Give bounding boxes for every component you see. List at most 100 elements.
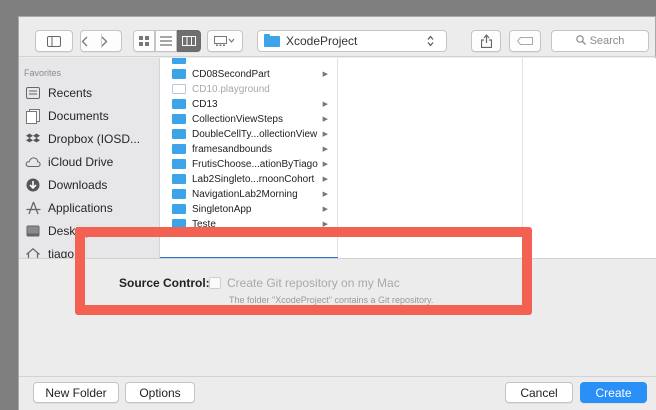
sidebar-item-label: Documents (48, 109, 109, 123)
list-item[interactable]: CD08SecondPart ▶ (160, 67, 337, 81)
updown-chevron-icon (427, 35, 434, 50)
button-bar: New Folder Options Cancel Create (19, 376, 656, 410)
sidebar-item-icloud[interactable]: iCloud Drive (25, 151, 113, 173)
disclosure-arrow-icon: ▶ (322, 101, 328, 108)
disclosure-arrow-icon: ▶ (322, 206, 328, 213)
list-item-label: CollectionViewSteps (192, 113, 283, 125)
list-item[interactable]: Lab2Singleto...rnoonCohort ▶ (160, 172, 337, 186)
create-button[interactable]: Create (580, 382, 647, 403)
disclosure-arrow-icon: ▶ (322, 131, 328, 138)
folder-icon (172, 204, 186, 214)
list-item[interactable]: CD13 ▶ (160, 97, 337, 111)
list-item-label: framesandbounds (192, 143, 273, 155)
sidebar-toggle-icon (47, 35, 61, 47)
path-popup-label: XcodeProject (286, 34, 358, 48)
sidebar-item-label: Recents (48, 86, 93, 100)
folder-icon (172, 58, 186, 64)
options-panel: Source Control: Create Git repository on… (19, 258, 656, 376)
column-view-button[interactable] (177, 30, 201, 52)
create-git-repo-label[interactable]: Create Git repository on my Mac (227, 276, 400, 290)
folder-icon (172, 69, 186, 79)
browser-column-3[interactable] (523, 58, 656, 258)
disclosure-arrow-icon: ▶ (322, 191, 328, 198)
folder-icon (264, 33, 280, 47)
folder-icon (172, 129, 186, 139)
tag-button[interactable] (509, 30, 541, 52)
list-item[interactable] (160, 58, 337, 66)
list-view-icon (160, 36, 172, 46)
documents-icon (25, 108, 41, 124)
share-button[interactable] (471, 30, 501, 52)
dropbox-icon (25, 131, 41, 147)
cancel-button[interactable]: Cancel (505, 382, 573, 403)
list-item[interactable]: CD10.playground (160, 82, 337, 96)
back-icon[interactable] (81, 36, 101, 47)
list-item[interactable]: FrutisChoose...ationByTiago ▶ (160, 157, 337, 171)
folder-icon (172, 144, 186, 154)
create-git-repo-checkbox[interactable] (209, 277, 221, 289)
list-item[interactable]: NavigationLab2Morning ▶ (160, 187, 337, 201)
disclosure-arrow-icon: ▶ (322, 71, 328, 78)
sidebar-item-home[interactable]: tiago (25, 243, 74, 258)
cloud-icon (25, 154, 41, 170)
folder-icon (172, 174, 186, 184)
options-button[interactable]: Options (125, 382, 195, 403)
sidebar-item-downloads[interactable]: Downloads (25, 174, 107, 196)
sidebar-item-label: Desktop (48, 224, 93, 238)
list-item-label: FrutisChoose...ationByTiago (192, 158, 318, 170)
tag-icon (517, 37, 533, 45)
folder-icon (172, 159, 186, 169)
playground-file-icon (172, 84, 186, 94)
gallery-view-button[interactable] (207, 30, 243, 52)
list-item-label: Lab2Singleto...rnoonCohort (192, 173, 315, 185)
share-icon (480, 34, 492, 48)
disclosure-arrow-icon: ▶ (322, 221, 328, 228)
list-item[interactable]: DoubleCellTy...ollectionView ▶ (160, 127, 337, 141)
folder-icon (172, 219, 186, 229)
folder-icon (172, 99, 186, 109)
sidebar-item-applications[interactable]: Applications (25, 197, 113, 219)
browser-column-2[interactable] (338, 58, 523, 258)
sidebar-item-dropbox[interactable]: Dropbox (IOSD... (25, 128, 140, 150)
recents-icon (25, 85, 41, 101)
list-item-label: Teste (192, 218, 216, 230)
list-item[interactable]: SingletonApp ▶ (160, 202, 337, 216)
sidebar-item-label: Applications (48, 201, 113, 215)
column-view-icon (182, 36, 196, 46)
disclosure-arrow-icon: ▶ (322, 146, 328, 153)
gallery-view-icon (214, 36, 236, 46)
list-item-label: CD08SecondPart (192, 68, 270, 80)
sidebar-toggle-button[interactable] (35, 30, 73, 52)
disclosure-arrow-icon: ▶ (322, 116, 328, 123)
back-forward-group (80, 30, 122, 52)
folder-icon (172, 189, 186, 199)
sidebar-item-label: iCloud Drive (48, 155, 114, 169)
icon-view-button[interactable] (133, 30, 155, 52)
downloads-icon (25, 177, 41, 193)
folder-icon (172, 114, 186, 124)
list-item[interactable]: framesandbounds ▶ (160, 142, 337, 156)
sidebar-item-documents[interactable]: Documents (25, 105, 109, 127)
list-item-label: SingletonApp (192, 203, 252, 215)
forward-icon[interactable] (101, 36, 121, 47)
git-repo-note: The folder "XcodeProject" contains a Git… (229, 295, 434, 305)
disclosure-arrow-icon: ▶ (322, 176, 328, 183)
search-field[interactable]: Search (551, 30, 649, 52)
source-control-label: Source Control: (119, 276, 210, 290)
save-dialog: XcodeProject Search Favorites Recents Do… (18, 16, 656, 410)
list-item[interactable]: CollectionViewSteps ▶ (160, 112, 337, 126)
path-popup[interactable]: XcodeProject (257, 30, 447, 52)
list-view-button[interactable] (155, 30, 177, 52)
applications-icon (25, 200, 41, 216)
list-item-label: NavigationLab2Morning (192, 188, 298, 200)
sidebar-item-label: Dropbox (IOSD... (48, 132, 141, 146)
toolbar: XcodeProject Search (19, 17, 656, 57)
sidebar-item-recents[interactable]: Recents (25, 82, 92, 104)
sidebar: Favorites Recents Documents Dropbox (IOS… (19, 58, 160, 258)
new-folder-button[interactable]: New Folder (33, 382, 119, 403)
browser-column-1[interactable]: CD08SecondPart ▶ CD10.playground CD13 ▶ … (160, 58, 338, 258)
search-placeholder: Search (589, 35, 625, 47)
sidebar-item-desktop[interactable]: Desktop (25, 220, 92, 242)
list-item-label: CD10.playground (192, 83, 270, 95)
list-item[interactable]: Teste ▶ (160, 217, 337, 231)
